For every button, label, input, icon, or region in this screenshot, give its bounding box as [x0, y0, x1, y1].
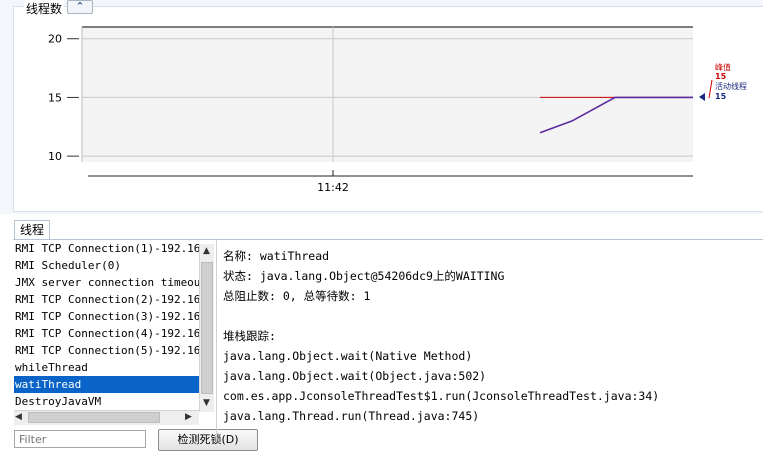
thread-list-item[interactable]: RMI TCP Connection(4)-192.168.2 [14, 325, 199, 342]
filter-input[interactable] [14, 430, 146, 448]
legend-label-peak: 峰值 [715, 62, 731, 72]
scroll-up-arrow-icon[interactable]: ▲ [200, 244, 213, 258]
tab-thread[interactable]: 线程 [14, 220, 50, 240]
thread-list[interactable]: RMI TCP Connection(1)-192.168.2RMI Sched… [14, 240, 199, 410]
scroll-down-arrow-icon[interactable]: ▼ [200, 396, 213, 410]
detail-line: 状态: java.lang.Object@54206dc9上的WAITING [223, 269, 505, 283]
thread-list-item[interactable]: watiThread [14, 376, 199, 393]
plot-background [82, 27, 693, 162]
split-pane-divider[interactable] [216, 240, 217, 442]
detail-line: com.es.app.JconsoleThreadTest$1.run(Jcon… [223, 389, 660, 403]
legend-value-peak: 15 [715, 72, 727, 81]
scroll-left-arrow-icon[interactable]: ◀ [15, 410, 27, 424]
thread-list-item[interactable]: RMI TCP Connection(2)-192.168.2 [14, 291, 199, 308]
plot-area: 10152011:42峰值15活动线程15 [48, 26, 747, 194]
thread-list-item[interactable]: RMI TCP Connection(5)-192.168.2 [14, 342, 199, 359]
thread-count-chart: 10152011:42峰值15活动线程15 [48, 26, 747, 194]
y-tick-label: 20 [48, 33, 62, 46]
y-tick-label: 10 [48, 150, 62, 163]
legend-label-live: 活动线程 [715, 81, 747, 91]
thread-list-item[interactable]: whileThread [14, 359, 199, 376]
thread-detail-panel: 名称: watiThread 状态: java.lang.Object@54206… [223, 246, 758, 426]
detail-line: 名称: watiThread [223, 249, 330, 263]
x-tick-label: 11:42 [317, 181, 349, 194]
legend-value-live: 15 [715, 92, 727, 101]
thread-list-item[interactable]: RMI TCP Connection(3)-192.168.2 [14, 308, 199, 325]
legend-connector [708, 79, 713, 99]
scroll-right-arrow-icon[interactable]: ▶ [185, 410, 197, 424]
detail-line: 总阻止数: 0, 总等待数: 1 [223, 289, 371, 303]
vertical-scroll-thumb[interactable] [201, 262, 213, 394]
thread-list-item[interactable]: RMI Scheduler(0) [14, 257, 199, 274]
detail-line: java.lang.Thread.run(Thread.java:745) [223, 409, 480, 423]
series-end-marker [699, 93, 705, 101]
y-tick-label: 15 [48, 91, 62, 104]
detail-line: java.lang.Object.wait(Native Method) [223, 349, 473, 363]
horizontal-scroll-thumb[interactable] [28, 412, 160, 423]
detail-line: 堆栈跟踪: [223, 329, 276, 343]
thread-list-item[interactable]: RMI TCP Connection(1)-192.168.2 [14, 240, 199, 257]
thread-list-item[interactable]: JMX server connection timeout 1 [14, 274, 199, 291]
thread-list-item[interactable]: DestroyJavaVM [14, 393, 199, 410]
detect-deadlock-button[interactable]: 检测死锁(D) [158, 429, 258, 451]
detail-line: java.lang.Object.wait(Object.java:502) [223, 369, 487, 383]
detail-line [223, 306, 758, 326]
